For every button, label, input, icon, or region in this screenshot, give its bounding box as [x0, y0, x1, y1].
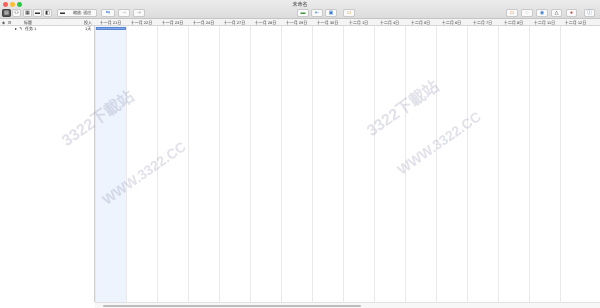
task-outline: ▸ ↰ 任务 1 1天 — [0, 26, 95, 302]
alert-icon: △ — [554, 9, 559, 16]
warning-icon: ◉ — [539, 9, 545, 16]
task-row[interactable]: ▸ ↰ 任务 1 1天 — [0, 26, 95, 32]
view-outline-icon: ▤ — [4, 9, 9, 16]
date-column-header: 十二月 5日 — [410, 20, 431, 25]
date-column-header: 十一月 30日 — [316, 20, 339, 25]
day-column — [467, 26, 498, 302]
date-column-header: 十二月 11日 — [533, 20, 556, 25]
network-button[interactable]: ▭ — [506, 9, 518, 17]
date-column-header: 十一月 29日 — [285, 20, 308, 25]
date-column-header: 十一月 23日 — [161, 20, 184, 25]
day-column — [188, 26, 219, 302]
title-column-header[interactable]: 标题 — [24, 19, 32, 26]
date-column-header: 十一月 24日 — [192, 20, 215, 25]
info-icon: ⓘ — [586, 9, 592, 16]
effort-column-header[interactable]: 投入 — [84, 19, 92, 26]
date-column-header: 十一月 22日 — [130, 20, 153, 25]
grid-view-button[interactable]: ◧ — [43, 9, 52, 17]
resource-button[interactable]: ▣ — [325, 9, 337, 17]
day-column — [343, 26, 374, 302]
link-icon: ⇆ — [105, 9, 111, 16]
calendar-button[interactable]: ▭ — [343, 9, 355, 17]
date-column-header: 十二月 7日 — [472, 20, 493, 25]
indent-icon: ⇥ — [136, 9, 142, 16]
indent-button[interactable]: ⇥ — [133, 9, 145, 17]
date-column-header: 十二月 6日 — [441, 20, 462, 25]
task-effort[interactable]: 1天 — [85, 26, 91, 32]
eye-icon: ◌ — [525, 9, 529, 16]
sheet-view-button[interactable]: ▬ — [33, 9, 42, 17]
row-options-icon[interactable]: ◈ — [2, 19, 5, 26]
zoom-select[interactable]: ▬ 缩放: 适应 — [57, 9, 97, 17]
sheet-icon: ▬ — [35, 9, 40, 16]
task-note-icon: ↰ — [19, 26, 23, 31]
network-icon: ▭ — [509, 9, 515, 16]
share-button[interactable]: ◉ — [536, 9, 548, 17]
scroll-thumb[interactable] — [103, 305, 361, 307]
zoom-bar-icon: ▬ — [60, 9, 65, 16]
day-column — [436, 26, 467, 302]
zoom-label: 缩放: 适应 — [73, 10, 92, 15]
outline-view-button[interactable]: ▤ — [2, 9, 11, 17]
date-column-header: 十二月 12日 — [564, 20, 587, 25]
disclosure-icon[interactable]: ▸ — [15, 26, 17, 32]
window-title: 未命名 — [292, 2, 308, 8]
table-icon: ▦ — [25, 9, 30, 16]
stop-button[interactable]: ● — [566, 9, 577, 17]
today-column — [95, 26, 126, 302]
calendar-icon: ▭ — [346, 9, 352, 16]
window-toolbar: 未命名 ▤ ⚇ ▦ ▬ ◧ ▬ 缩放: 适应 ⇆ ⇢ ⇥ ▬ ⇤ ▣ ▭ ▭ ◌… — [0, 0, 600, 19]
grid-icon: ◧ — [45, 9, 50, 16]
grid-header: ◈ ⊟ 标题 投入 十一月 21日 十一月 22日 十一月 23日 十一月 24日 十一… — [0, 19, 600, 26]
milestone-icon: ▬ — [300, 9, 306, 16]
alert-button[interactable]: △ — [551, 9, 562, 17]
resource-icon: ▣ — [328, 9, 334, 16]
link-tasks-button[interactable]: ⇆ — [101, 9, 115, 17]
date-column-header: 十二月 4日 — [379, 20, 400, 25]
unlink-tasks-button[interactable]: ⇢ — [118, 9, 130, 17]
date-column-header: 十二月 8日 — [503, 20, 524, 25]
unlink-icon: ⇢ — [121, 9, 127, 16]
day-column — [560, 26, 591, 302]
day-column — [219, 26, 250, 302]
table-view-button[interactable]: ▦ — [23, 9, 32, 17]
date-column-header: 十一月 28日 — [254, 20, 277, 25]
date-column-header: 十一月 27日 — [223, 20, 246, 25]
day-column — [250, 26, 281, 302]
task-title[interactable]: 任务 1 — [25, 26, 36, 32]
eye-button[interactable]: ◌ — [521, 9, 533, 17]
horizontal-scrollbar[interactable] — [95, 302, 600, 308]
outdent-button[interactable]: ⇤ — [311, 9, 323, 17]
day-column — [312, 26, 343, 302]
stop-icon: ● — [569, 9, 574, 16]
outdent-icon: ⇤ — [314, 9, 320, 16]
task-bar[interactable] — [96, 27, 126, 30]
milestone-button[interactable]: ▬ — [297, 9, 309, 17]
day-column — [529, 26, 560, 302]
people-icon: ⚇ — [14, 9, 19, 16]
outline-toggle-icon[interactable]: ⊟ — [8, 19, 11, 26]
info-button[interactable]: ⓘ — [584, 9, 595, 17]
people-view-button[interactable]: ⚇ — [12, 9, 21, 17]
date-column-header: 十一月 21日 — [99, 20, 122, 25]
day-column — [498, 26, 529, 302]
date-column-header: 十二月 1日 — [348, 20, 369, 25]
day-column — [281, 26, 312, 302]
